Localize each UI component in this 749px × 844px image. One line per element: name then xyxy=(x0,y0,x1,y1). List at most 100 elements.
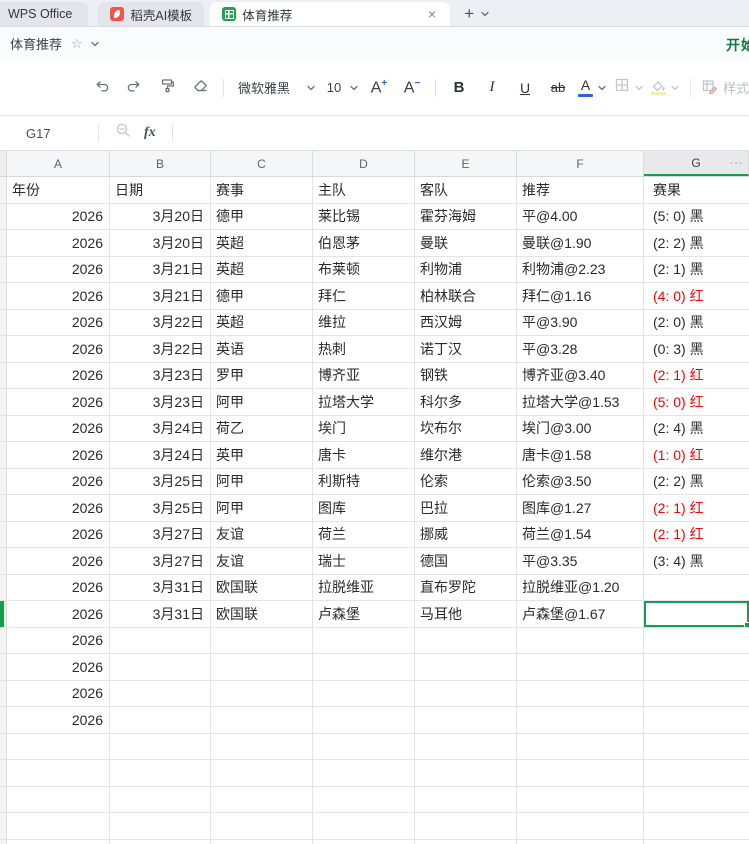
row-header[interactable] xyxy=(0,230,7,257)
sheet-cell[interactable]: 阿甲 xyxy=(211,495,313,522)
borders-button[interactable] xyxy=(614,74,644,102)
sheet-cell[interactable] xyxy=(517,760,644,787)
row-header[interactable] xyxy=(0,309,7,336)
sheet-cell[interactable] xyxy=(7,813,110,840)
row-header[interactable] xyxy=(0,839,7,844)
sheet-cell[interactable] xyxy=(313,627,415,654)
sheet-cell[interactable]: 3月31日 xyxy=(110,601,211,628)
column-header-b[interactable]: B xyxy=(110,151,211,176)
sheet-cell[interactable]: 拉脱维亚@1.20 xyxy=(517,574,644,601)
redo-button[interactable] xyxy=(121,74,147,102)
sheet-cell[interactable]: 2026 xyxy=(7,521,110,548)
row-header[interactable] xyxy=(0,733,7,760)
sheet-cell[interactable]: 主队 xyxy=(313,177,415,204)
sheet-cell[interactable]: 平@4.00 xyxy=(517,203,644,230)
sheet-cell[interactable] xyxy=(211,680,313,707)
sheet-cell[interactable]: 3月21日 xyxy=(110,256,211,283)
column-header-a[interactable]: A xyxy=(7,151,110,176)
sheet-cell[interactable]: (2: 1) 黑 xyxy=(644,256,749,283)
row-header[interactable] xyxy=(0,495,7,522)
sheet-cell[interactable]: 2026 xyxy=(7,415,110,442)
sheet-cell[interactable]: (1: 0) 红 xyxy=(644,442,749,469)
sheet-cell[interactable]: 2026 xyxy=(7,548,110,575)
sheet-cell[interactable]: 2026 xyxy=(7,627,110,654)
sheet-cell[interactable] xyxy=(644,813,749,840)
tab-docer-templates[interactable]: 稻壳AI模板 xyxy=(98,2,205,26)
sheet-cell[interactable]: 3月25日 xyxy=(110,468,211,495)
sheet-cell[interactable]: 2026 xyxy=(7,362,110,389)
sheet-cell[interactable]: 马耳他 xyxy=(415,601,517,628)
sheet-cell[interactable] xyxy=(415,813,517,840)
sheet-cell[interactable]: 欧国联 xyxy=(211,601,313,628)
sheet-cell[interactable]: 利物浦 xyxy=(415,256,517,283)
sheet-cell[interactable]: (2: 4) 黑 xyxy=(644,415,749,442)
sheet-cell[interactable]: 欧国联 xyxy=(211,574,313,601)
sheet-cell[interactable] xyxy=(313,680,415,707)
row-header[interactable] xyxy=(0,786,7,813)
font-size-select[interactable]: 10 xyxy=(323,74,359,102)
sheet-cell[interactable]: 3月24日 xyxy=(110,415,211,442)
sheet-cell[interactable]: 利斯特 xyxy=(313,468,415,495)
row-header[interactable] xyxy=(0,627,7,654)
sheet-cell[interactable]: 英甲 xyxy=(211,442,313,469)
styles-button[interactable]: 样式 xyxy=(701,74,749,102)
sheet-cell[interactable] xyxy=(644,574,749,601)
sheet-cell[interactable] xyxy=(644,680,749,707)
sheet-cell[interactable]: (2: 1) 红 xyxy=(644,362,749,389)
sheet-cell[interactable] xyxy=(313,813,415,840)
sheet-cell[interactable] xyxy=(517,786,644,813)
sheet-cell[interactable]: 2026 xyxy=(7,707,110,734)
sheet-cell[interactable]: 钢铁 xyxy=(415,362,517,389)
sheet-cell[interactable]: 德甲 xyxy=(211,283,313,310)
formula-input[interactable] xyxy=(173,116,749,150)
sheet-cell[interactable] xyxy=(211,654,313,681)
sheet-cell[interactable]: 2026 xyxy=(7,389,110,416)
sheet-cell[interactable]: 拉脱维亚 xyxy=(313,574,415,601)
sheet-cell[interactable] xyxy=(644,786,749,813)
sheet-cell[interactable]: 3月20日 xyxy=(110,230,211,257)
sheet-cell[interactable]: 唐卡 xyxy=(313,442,415,469)
sheet-cell[interactable]: 荷兰@1.54 xyxy=(517,521,644,548)
row-header[interactable] xyxy=(0,177,7,204)
sheet-cell[interactable] xyxy=(110,733,211,760)
sheet-cell[interactable]: 推荐 xyxy=(517,177,644,204)
tab-sports-doc[interactable]: 体育推荐 × xyxy=(210,2,451,26)
sheet-cell[interactable]: 卢森堡@1.67 xyxy=(517,601,644,628)
sheet-cell[interactable]: 3月22日 xyxy=(110,309,211,336)
row-header[interactable] xyxy=(0,415,7,442)
sheet-cell[interactable] xyxy=(313,839,415,844)
fill-color-button[interactable] xyxy=(651,74,680,102)
row-header[interactable] xyxy=(0,707,7,734)
column-header-d[interactable]: D xyxy=(313,151,415,176)
column-header-f[interactable]: F xyxy=(517,151,644,176)
sheet-cell[interactable]: 3月31日 xyxy=(110,574,211,601)
sheet-cell[interactable]: 英超 xyxy=(211,256,313,283)
sheet-cell[interactable] xyxy=(644,839,749,844)
sheet-cell[interactable]: 赛果 xyxy=(644,177,749,204)
font-name-select[interactable]: 微软雅黑 xyxy=(234,74,316,102)
row-header[interactable] xyxy=(0,521,7,548)
sheet-cell[interactable]: 2026 xyxy=(7,680,110,707)
row-header[interactable] xyxy=(0,442,7,469)
sheet-cell[interactable] xyxy=(211,707,313,734)
sheet-cell[interactable]: 拜仁@1.16 xyxy=(517,283,644,310)
row-header[interactable] xyxy=(0,813,7,840)
star-icon[interactable]: ☆ xyxy=(71,36,83,52)
increase-font-button[interactable]: A+ xyxy=(366,74,392,102)
sheet-cell[interactable] xyxy=(7,786,110,813)
sheet-cell[interactable]: 霍芬海姆 xyxy=(415,203,517,230)
sheet-cell[interactable] xyxy=(211,760,313,787)
sheet-cell[interactable]: 热刺 xyxy=(313,336,415,363)
sheet-cell[interactable]: 直布罗陀 xyxy=(415,574,517,601)
cell-reference-box[interactable]: G17 xyxy=(0,126,98,141)
sheet-cell[interactable]: 3月23日 xyxy=(110,362,211,389)
sheet-cell[interactable]: 布莱顿 xyxy=(313,256,415,283)
row-header[interactable] xyxy=(0,256,7,283)
more-columns-icon[interactable]: ··· xyxy=(730,157,743,168)
sheet-cell[interactable]: 莱比锡 xyxy=(313,203,415,230)
sheet-cell[interactable]: 3月25日 xyxy=(110,495,211,522)
sheet-cell[interactable]: 罗甲 xyxy=(211,362,313,389)
sheet-cell[interactable]: 维拉 xyxy=(313,309,415,336)
sheet-cell[interactable] xyxy=(110,813,211,840)
sheet-cell[interactable] xyxy=(7,733,110,760)
